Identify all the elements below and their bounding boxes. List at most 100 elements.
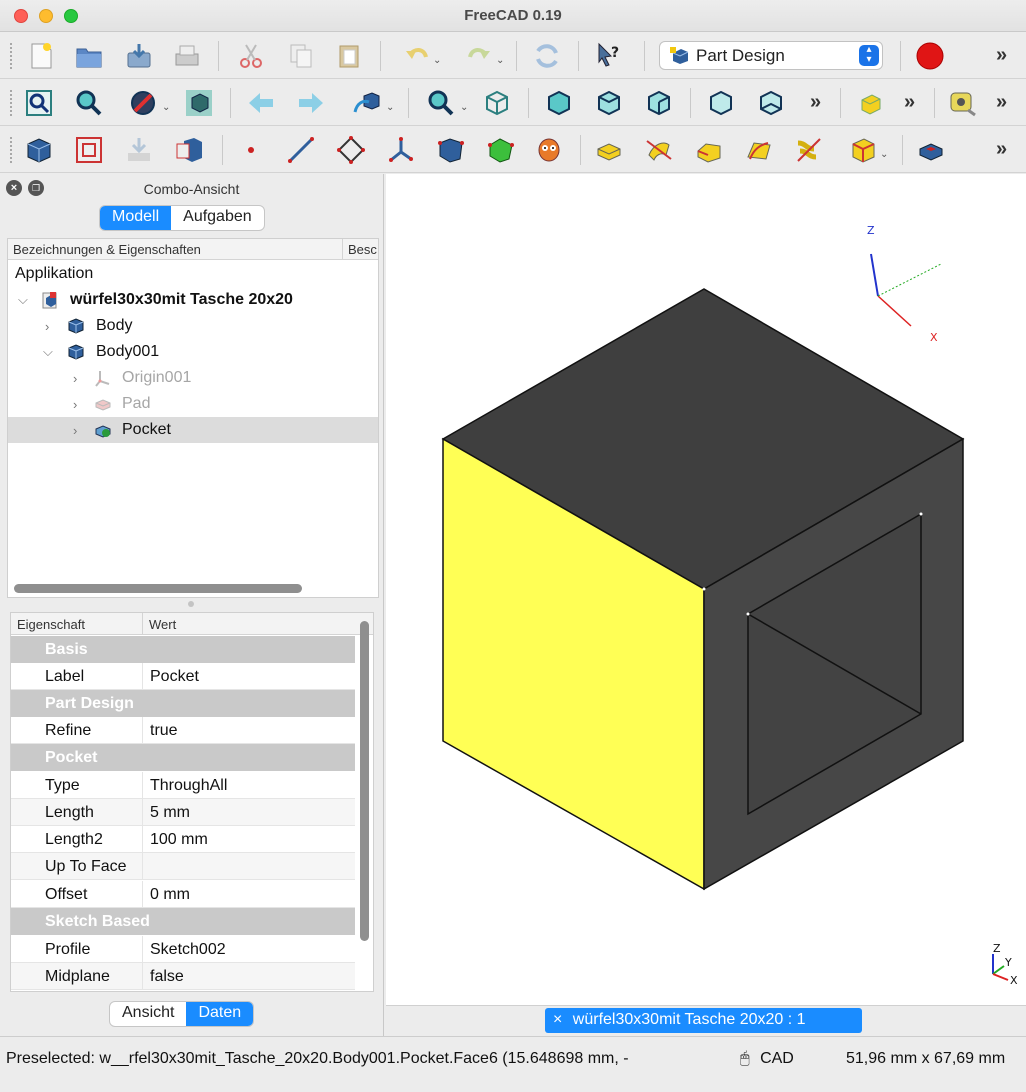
tab-tasks[interactable]: Aufgaben xyxy=(171,206,264,230)
create-sketch-button[interactable] xyxy=(72,133,106,167)
property-value[interactable]: 0 mm xyxy=(142,881,190,908)
property-row-midplane[interactable]: Midplane false xyxy=(11,963,355,990)
property-vertical-scrollbar[interactable] xyxy=(360,621,369,941)
bottom-view-button[interactable] xyxy=(754,86,788,120)
refresh-button[interactable] xyxy=(530,39,564,73)
property-row-type[interactable]: Type ThroughAll xyxy=(11,772,355,799)
zoom-dropdown-icon[interactable]: ⌄ xyxy=(460,102,468,113)
front-view-button[interactable] xyxy=(542,86,576,120)
additive-pipe-button[interactable] xyxy=(742,133,776,167)
toolbar-overflow-icon[interactable]: » xyxy=(810,91,821,114)
tab-model[interactable]: Modell xyxy=(100,206,172,230)
open-button[interactable] xyxy=(72,39,106,73)
chevron-down-icon[interactable]: ⌵ xyxy=(18,292,28,308)
tree-column-labels[interactable]: Bezeichnungen & Eigenschaften xyxy=(13,242,201,257)
copy-button[interactable] xyxy=(284,39,318,73)
tree-item-body001[interactable]: ⌵ Body001 xyxy=(8,339,378,365)
draw-style-dropdown-icon[interactable]: ⌄ xyxy=(162,102,170,113)
property-row-length[interactable]: Length 5 mm xyxy=(11,799,355,826)
tree-item-origin001[interactable]: › Origin001 xyxy=(8,365,378,391)
forward-button[interactable] xyxy=(294,86,328,120)
undo-button[interactable] xyxy=(400,39,434,73)
map-sketch-button[interactable] xyxy=(172,133,206,167)
toolbar-grip[interactable] xyxy=(10,43,14,69)
tree-horizontal-scrollbar[interactable] xyxy=(14,584,302,593)
property-value[interactable]: ThroughAll xyxy=(142,772,227,799)
redo-dropdown-icon[interactable]: ⌄ xyxy=(496,55,504,66)
property-value[interactable]: true xyxy=(142,717,178,744)
panel-splitter[interactable] xyxy=(188,601,194,607)
property-row-refine[interactable]: Refine true xyxy=(11,717,355,744)
top-view-button[interactable] xyxy=(592,86,626,120)
primitive-dropdown-icon[interactable]: ⌄ xyxy=(880,149,888,160)
print-button[interactable] xyxy=(170,39,204,73)
document-tab[interactable]: × würfel30x30mit Tasche 20x20 : 1 xyxy=(545,1008,862,1033)
chevron-right-icon[interactable]: › xyxy=(73,397,77,412)
whats-this-button[interactable]: ? xyxy=(592,39,626,73)
property-value[interactable]: 5 mm xyxy=(142,799,190,826)
close-tab-icon[interactable]: × xyxy=(553,1011,562,1028)
redo-button[interactable] xyxy=(462,39,496,73)
toolbar-grip[interactable] xyxy=(10,137,14,163)
sync-view-button[interactable] xyxy=(350,86,384,120)
chevron-right-icon[interactable]: › xyxy=(73,423,77,438)
measure-distance-button[interactable] xyxy=(946,86,980,120)
chevron-right-icon[interactable]: › xyxy=(45,319,49,334)
property-group-basis[interactable]: Basis xyxy=(11,636,355,663)
additive-loft-button[interactable] xyxy=(692,133,726,167)
rear-view-button[interactable] xyxy=(704,86,738,120)
tree-item-body[interactable]: › Body xyxy=(8,313,378,339)
property-value[interactable]: 100 mm xyxy=(142,826,208,853)
property-row-length2[interactable]: Length2 100 mm xyxy=(11,826,355,853)
property-row-offset[interactable]: Offset 0 mm xyxy=(11,881,355,908)
sub-shape-binder-button[interactable] xyxy=(484,133,518,167)
datum-plane-button[interactable] xyxy=(334,133,368,167)
pocket-button[interactable] xyxy=(914,133,948,167)
property-row-up-to-face[interactable]: Up To Face xyxy=(11,853,355,880)
paste-button[interactable] xyxy=(332,39,366,73)
property-column-name[interactable]: Eigenschaft xyxy=(17,617,85,632)
3d-scene[interactable]: Z X Z Y X xyxy=(386,174,1026,1006)
property-row-profile[interactable]: Profile Sketch002 xyxy=(11,936,355,963)
measure-button[interactable] xyxy=(854,86,888,120)
property-value[interactable] xyxy=(142,853,150,880)
validate-sketch-button[interactable] xyxy=(122,133,156,167)
property-group-sketch-based[interactable]: Sketch Based xyxy=(11,908,355,935)
tree-item-document[interactable]: ⌵ würfel30x30mit Tasche 20x20 xyxy=(8,287,378,313)
toolbar-grip[interactable] xyxy=(10,90,14,116)
fit-all-button[interactable] xyxy=(22,86,56,120)
additive-helix-button[interactable] xyxy=(792,133,826,167)
bounding-box-button[interactable] xyxy=(182,86,216,120)
chevron-down-icon[interactable]: ⌵ xyxy=(43,344,53,360)
property-column-value[interactable]: Wert xyxy=(142,613,176,635)
tab-view[interactable]: Ansicht xyxy=(110,1002,186,1026)
property-group-part-design[interactable]: Part Design xyxy=(11,690,355,717)
toolbar-overflow-icon[interactable]: » xyxy=(996,91,1007,114)
local-coordinate-system-button[interactable] xyxy=(384,133,418,167)
tree-column-description[interactable]: Besc xyxy=(342,239,380,260)
tree-item-pocket[interactable]: › Pocket xyxy=(8,417,378,443)
save-button[interactable] xyxy=(122,39,156,73)
standard-views-button[interactable] xyxy=(424,86,458,120)
right-view-button[interactable] xyxy=(642,86,676,120)
navigation-style-indicator[interactable]: 🖱 CAD xyxy=(740,1050,794,1068)
undo-dropdown-icon[interactable]: ⌄ xyxy=(433,55,441,66)
3d-viewport[interactable]: Z X Z Y X xyxy=(386,174,1026,1006)
datum-point-button[interactable] xyxy=(234,133,268,167)
cut-button[interactable] xyxy=(234,39,268,73)
tab-data[interactable]: Daten xyxy=(186,1002,254,1026)
pad-button[interactable] xyxy=(592,133,626,167)
revolution-button[interactable] xyxy=(642,133,676,167)
create-body-button[interactable] xyxy=(22,133,56,167)
property-value[interactable]: Pocket xyxy=(142,663,199,690)
toolbar-overflow-icon[interactable]: » xyxy=(904,91,915,114)
property-value[interactable]: Sketch002 xyxy=(142,936,226,963)
new-document-button[interactable] xyxy=(24,39,58,73)
property-group-pocket[interactable]: Pocket xyxy=(11,744,355,771)
shape-binder-button[interactable] xyxy=(434,133,468,167)
toolbar-overflow-icon[interactable]: » xyxy=(996,44,1007,67)
fit-selection-button[interactable] xyxy=(72,86,106,120)
sync-view-dropdown-icon[interactable]: ⌄ xyxy=(386,102,394,113)
back-button[interactable] xyxy=(244,86,278,120)
isometric-view-button[interactable] xyxy=(480,86,514,120)
